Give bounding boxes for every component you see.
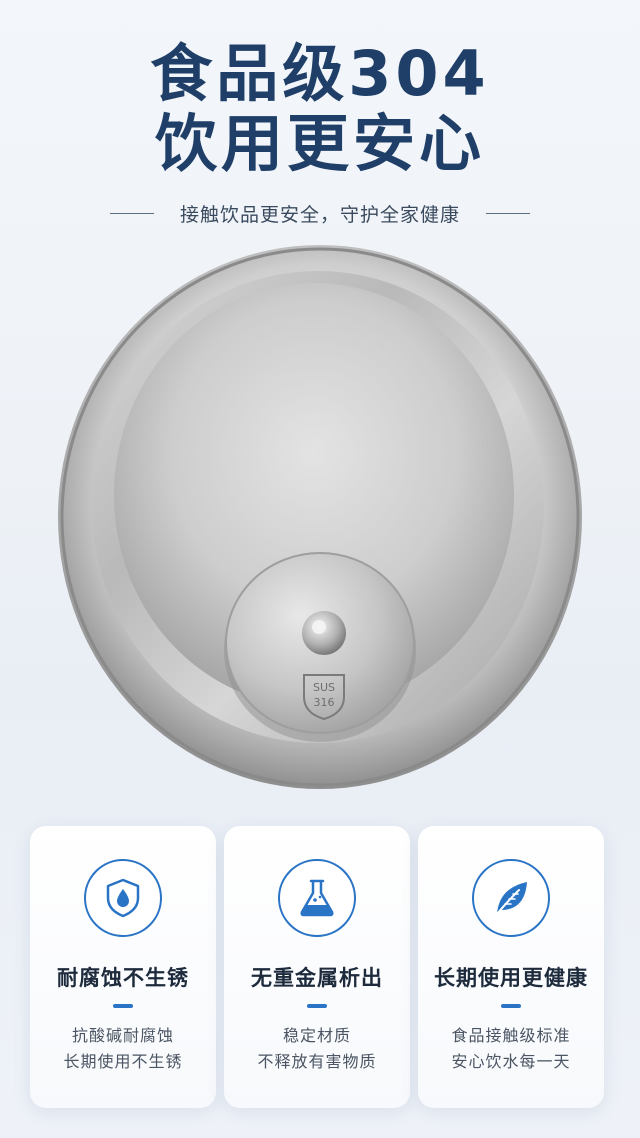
subtitle-row: 接触饮品更安全，守护全家健康 bbox=[0, 198, 640, 228]
feature-title: 无重金属析出 bbox=[251, 966, 383, 990]
headline-line-1: 食品级304 bbox=[150, 37, 490, 110]
feature-title: 耐腐蚀不生锈 bbox=[57, 966, 189, 990]
feature-card-health: 长期使用更健康 食品接触级标准 安心饮水每一天 bbox=[418, 826, 604, 1108]
feature-title: 长期使用更健康 bbox=[434, 966, 588, 990]
feature-card-corrosion: 耐腐蚀不生锈 抗酸碱耐腐蚀 长期使用不生锈 bbox=[30, 826, 216, 1108]
flask-icon bbox=[278, 859, 356, 937]
feature-desc-line-1: 稳定材质 bbox=[282, 1026, 351, 1045]
subtitle: 接触饮品更安全，守护全家健康 bbox=[179, 203, 460, 226]
feature-desc-line-1: 食品接触级标准 bbox=[451, 1026, 571, 1045]
subtitle-rule-right bbox=[486, 212, 530, 214]
feature-divider bbox=[307, 1004, 327, 1008]
feature-desc-line-2: 不释放有害物质 bbox=[257, 1052, 377, 1071]
feature-divider bbox=[113, 1004, 133, 1008]
headline-line-2: 饮用更安心 bbox=[154, 107, 485, 180]
feature-divider bbox=[501, 1004, 521, 1008]
badge-text-bottom: 316 bbox=[314, 696, 335, 709]
badge-text-top: SUS bbox=[313, 681, 335, 694]
feature-desc-line-2: 长期使用不生锈 bbox=[63, 1052, 183, 1071]
feature-card-heavy-metal: 无重金属析出 稳定材质 不释放有害物质 bbox=[224, 826, 410, 1108]
cup-top-view-image: SUS 316 bbox=[58, 245, 582, 789]
shield-drop-icon bbox=[84, 859, 162, 937]
feature-desc-line-2: 安心饮水每一天 bbox=[451, 1052, 571, 1071]
feature-desc-line-1: 抗酸碱耐腐蚀 bbox=[71, 1026, 174, 1045]
leaf-icon bbox=[472, 859, 550, 937]
subtitle-rule-left bbox=[109, 212, 154, 214]
